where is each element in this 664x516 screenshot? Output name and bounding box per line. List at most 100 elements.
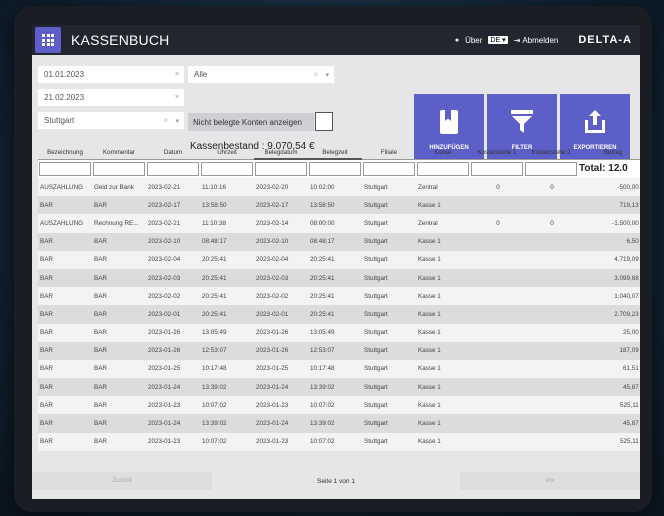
table-cell: Kasse 1 — [416, 196, 470, 215]
column-filter-input[interactable] — [309, 162, 361, 176]
table-cell: 0 — [470, 214, 524, 233]
table-row[interactable]: BAR BAR 2023-01-23 10:07:02 2023-01-23 10:07:… — [38, 432, 640, 451]
table-cell: 2023-02-03 — [254, 268, 308, 288]
table-cell: Kasse 1 — [416, 414, 470, 433]
column-filter-input[interactable] — [93, 161, 145, 176]
app-screen: KASSENBUCH ● Über DE ▾ ⇥ Abmelden DELTA-… — [32, 25, 640, 499]
unassigned-accounts-checkbox[interactable] — [315, 112, 333, 131]
table-cell: Stuttgart — [362, 414, 416, 433]
column-header[interactable]: Kommentar — [92, 147, 146, 160]
clear-icon[interactable]: × — [175, 94, 179, 101]
table-cell: Kasse 1 — [416, 323, 470, 342]
table-cell: 12:53:07 — [200, 341, 254, 360]
table-cell — [470, 323, 524, 342]
table-cell — [524, 378, 578, 397]
column-header[interactable]: Datum — [146, 147, 200, 160]
table-cell: 2023-02-04 — [146, 250, 200, 269]
table-cell: Kasse 1 — [416, 232, 470, 251]
table-row[interactable]: BAR BAR 2023-02-10 08:48:17 2023-02-10 08:48:… — [38, 232, 640, 251]
branch-select[interactable]: Stuttgart × ▾ — [38, 112, 184, 129]
column-filter-input[interactable] — [39, 161, 91, 176]
date-from-field[interactable]: 01.01.2023 × — [38, 66, 184, 83]
logout-label: Abmelden — [522, 35, 559, 45]
table-row[interactable]: BAR BAR 2023-01-25 10:17:48 2023-01-25 10:17:… — [38, 359, 640, 379]
clear-icon[interactable]: × — [175, 71, 179, 78]
date-to-field[interactable]: 21.02.2023 × — [38, 89, 184, 106]
table-cell: BAR — [38, 196, 92, 215]
table-cell: Kasse 1 — [416, 378, 470, 397]
column-header[interactable]: Belegdatum — [254, 147, 308, 160]
logout-link[interactable]: ⇥ Abmelden — [514, 36, 559, 45]
column-filter-input[interactable] — [147, 161, 199, 176]
prev-page-button[interactable]: Zurück — [32, 472, 212, 490]
table-cell: 2023-02-01 — [254, 305, 308, 324]
table-row[interactable]: BAR BAR 2023-01-24 13:39:02 2023-01-24 13:39:… — [38, 414, 640, 433]
table-cell: Stuttgart — [362, 178, 416, 197]
column-header[interactable]: Belegzeit — [308, 147, 362, 160]
grid-icon — [42, 34, 54, 46]
pagination: Zurück Seite 1 von 1 Vor — [32, 472, 640, 490]
about-link[interactable]: Über — [465, 36, 482, 45]
table-cell: 525,11 € — [578, 432, 640, 451]
table-cell: 2023-01-26 — [146, 323, 200, 342]
table-cell: Stuttgart — [362, 268, 416, 288]
column-header[interactable]: Uhrzeit — [200, 147, 254, 160]
table-row[interactable]: BAR BAR 2023-02-04 20:25:41 2023-02-04 20:25:… — [38, 250, 640, 269]
column-filter-input[interactable] — [201, 161, 253, 176]
table-row[interactable]: BAR BAR 2023-01-23 10:07:02 2023-01-23 10:07:… — [38, 396, 640, 415]
info-icon[interactable]: ● — [455, 37, 459, 44]
table-row[interactable]: BAR BAR 2023-02-01 20:25:41 2023-02-01 20:25:… — [38, 305, 640, 324]
chevron-down-icon: ▾ — [325, 71, 329, 79]
table-cell: 2023-01-25 — [254, 359, 308, 379]
clear-icon[interactable]: × — [313, 70, 318, 79]
column-header[interactable]: Kasse — [416, 147, 470, 160]
table-cell: Stuttgart — [362, 341, 416, 360]
language-select[interactable]: DE ▾ — [488, 36, 508, 44]
table-cell: AUSZAHLUNG — [38, 178, 92, 197]
table-row[interactable]: BAR BAR 2023-01-26 13:05:49 2023-01-26 13:05:… — [38, 323, 640, 342]
date-from-value: 01.01.2023 — [44, 70, 85, 79]
column-header[interactable]: Kostenstelle 1 — [470, 147, 524, 160]
language-value: DE — [490, 37, 501, 44]
header-row: Bezeichnung Kommentar Datum Uhrzeit Bele… — [38, 147, 640, 160]
table-cell: BAR — [92, 359, 146, 379]
table-cell: 3.099,68 € — [578, 268, 640, 288]
clear-icon[interactable]: × — [163, 116, 168, 125]
table-cell: 2023-01-24 — [146, 414, 200, 433]
table-cell — [470, 250, 524, 269]
table-cell — [470, 305, 524, 324]
table-cell: 20:25:41 — [308, 305, 362, 324]
top-bar: KASSENBUCH ● Über DE ▾ ⇥ Abmelden DELTA-… — [32, 25, 640, 55]
table-row[interactable]: AUSZAHLUNG Rechnung RE... 2023-02-21 11:10:… — [38, 214, 640, 233]
column-header[interactable]: Filiale — [362, 147, 416, 160]
table-cell: 13:39:02 — [200, 378, 254, 397]
column-header[interactable]: Kostenstelle 2 — [524, 147, 578, 160]
table-row[interactable]: BAR BAR 2023-02-17 13:58:50 2023-02-17 13:58:… — [38, 196, 640, 215]
next-page-button[interactable]: Vor — [460, 472, 640, 490]
table-cell — [524, 232, 578, 251]
page-info: Seite 1 von 1 — [317, 477, 355, 485]
table-row[interactable]: BAR BAR 2023-02-02 20:25:41 2023-02-02 20:25:… — [38, 287, 640, 306]
table-row[interactable]: BAR BAR 2023-02-03 20:25:41 2023-02-03 20:25:… — [38, 268, 640, 288]
table-cell: 2023-02-21 — [146, 214, 200, 233]
table-cell — [470, 359, 524, 379]
table-cell: BAR — [92, 414, 146, 433]
column-filter-input[interactable] — [417, 161, 469, 176]
table-row[interactable]: BAR BAR 2023-01-26 12:53:07 2023-01-26 12:53:… — [38, 341, 640, 360]
account-select[interactable]: Alle × ▾ — [188, 66, 334, 83]
table-cell: 45,87 € — [578, 378, 640, 397]
column-header[interactable]: Betrag — [578, 147, 640, 160]
table-cell: Zentral — [416, 178, 470, 197]
table-cell: Stuttgart — [362, 232, 416, 251]
column-filter-input[interactable] — [525, 161, 577, 176]
column-filter-input[interactable] — [255, 162, 307, 176]
column-filter-input[interactable] — [363, 161, 415, 176]
table-row[interactable]: AUSZAHLUNG Geld zur Bank 2023-02-21 11:10:1… — [38, 178, 640, 197]
column-header[interactable]: Bezeichnung — [38, 147, 92, 160]
table-row[interactable]: BAR BAR 2023-01-24 13:39:02 2023-01-24 13:39:… — [38, 378, 640, 397]
table-cell: 1.040,07 € — [578, 287, 640, 306]
menu-button[interactable] — [35, 27, 61, 53]
column-filter-input[interactable] — [471, 161, 523, 176]
table-cell: BAR — [38, 250, 92, 269]
table-cell: 2023-01-26 — [146, 341, 200, 360]
